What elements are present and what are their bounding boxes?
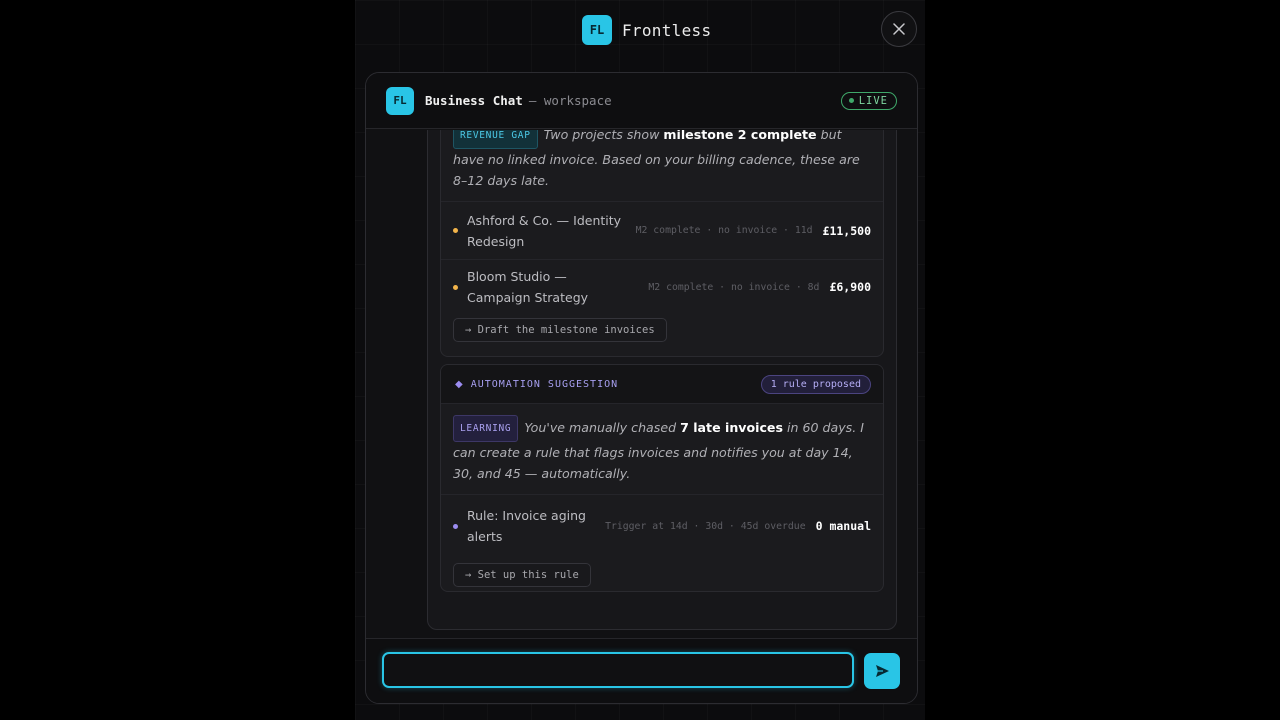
invoice-row-meta: M2 complete · no invoice · 8d [648, 281, 820, 293]
automation-suggestion-card: ◆ AUTOMATION SUGGESTION 1 rule proposed … [440, 364, 884, 592]
learning-tag: LEARNING [453, 415, 519, 442]
chat-title: Business Chat [425, 93, 523, 108]
draft-invoices-button[interactable]: → Draft the milestone invoices [453, 318, 667, 342]
message-input[interactable] [382, 652, 854, 688]
automation-text: LEARNING You've manually chased 7 late in… [441, 404, 883, 495]
send-button[interactable] [864, 653, 900, 689]
automation-text-pre: You've manually chased [524, 420, 677, 435]
amber-dot-icon [453, 228, 458, 233]
app-brand: FL Frontless [582, 15, 711, 45]
automation-header: ◆ AUTOMATION SUGGESTION 1 rule proposed [441, 365, 883, 404]
send-icon [875, 665, 889, 677]
revenue-gap-card: REVENUE GAP Two projects show milestone 2… [440, 130, 884, 357]
rule-row[interactable]: Rule: Invoice aging alerts Trigger at 14… [441, 495, 883, 557]
app-logo: FL [582, 15, 612, 45]
invoice-row-name: Ashford & Co. — Identity Redesign [467, 212, 622, 249]
close-button[interactable] [881, 11, 917, 47]
revenue-text-bold: milestone 2 complete [663, 130, 817, 142]
invoice-row-amount: £11,500 [822, 223, 871, 238]
live-dot-icon [848, 98, 854, 103]
diamond-icon: ◆ [455, 378, 463, 390]
rule-proposed-badge: 1 rule proposed [760, 374, 871, 394]
invoice-row-meta: M2 complete · no invoice · 11d [635, 225, 813, 236]
automation-header-label: AUTOMATION SUGGESTION [470, 378, 619, 390]
amber-dot-icon [453, 284, 458, 290]
app-name: Frontless [622, 20, 712, 40]
assistant-message: REVENUE GAP Two projects show milestone 2… [427, 130, 897, 630]
violet-dot-icon [453, 523, 458, 529]
rule-row-meta: Trigger at 14d · 30d · 45d overdue [605, 520, 806, 532]
close-icon [893, 23, 905, 35]
revenue-text-pre: Two projects show [543, 130, 660, 142]
chat-logo: FL [386, 86, 414, 115]
rule-row-value: 0 manual [815, 519, 871, 533]
chat-subtitle: — workspace [528, 93, 612, 108]
invoice-row[interactable]: Ashford & Co. — Identity Redesign M2 com… [441, 202, 883, 260]
live-label: LIVE [858, 94, 888, 107]
revenue-gap-tag: REVENUE GAP [453, 130, 538, 149]
composer [366, 638, 917, 703]
chat-panel: FL Business Chat — workspace LIVE REVENU… [365, 72, 918, 704]
rule-row-name: Rule: Invoice aging alerts [467, 508, 586, 544]
set-up-rule-button[interactable]: → Set up this rule [453, 563, 591, 587]
invoice-row-name: Bloom Studio — Campaign Strategy [467, 269, 589, 305]
chat-header: FL Business Chat — workspace LIVE [366, 73, 917, 129]
live-badge: LIVE [840, 91, 897, 110]
invoice-row-amount: £6,900 [829, 280, 871, 294]
revenue-gap-text: REVENUE GAP Two projects show milestone 2… [441, 130, 883, 202]
app-stage: FL Frontless FL Business Chat — workspac… [355, 0, 925, 720]
automation-text-bold: 7 late invoices [680, 420, 783, 435]
invoice-row[interactable]: Bloom Studio — Campaign Strategy M2 comp… [441, 260, 883, 314]
chat-messages[interactable]: REVENUE GAP Two projects show milestone 2… [366, 130, 917, 638]
